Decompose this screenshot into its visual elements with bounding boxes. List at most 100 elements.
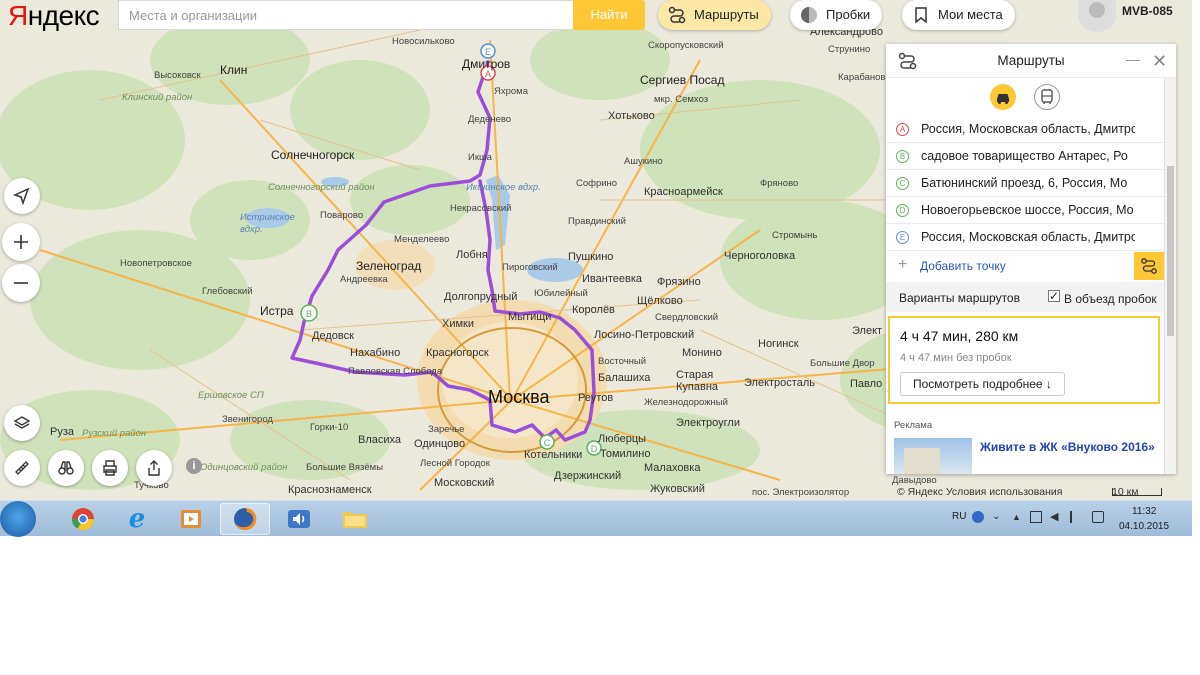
reverse-route-button[interactable] xyxy=(1134,252,1164,280)
ad-image[interactable] xyxy=(894,438,972,474)
start-button[interactable] xyxy=(0,501,36,537)
place-label: Софрино xyxy=(576,178,618,189)
waypoint-d[interactable]: D Новоегорьевское шоссе, Россия, Мо xyxy=(886,197,1164,224)
chrome-icon[interactable] xyxy=(58,503,108,535)
place-label: Красногорск xyxy=(426,347,489,359)
place-label: Сергиев Посад xyxy=(640,73,725,87)
routes-button[interactable]: Маршруты xyxy=(658,0,771,30)
place-label: Балашиха xyxy=(598,372,651,384)
panorama-button[interactable] xyxy=(48,450,84,486)
place-label: Истринское вдхр. xyxy=(240,212,295,235)
user-avatar[interactable] xyxy=(1078,0,1116,32)
waypoint-c[interactable]: C Батюнинский проезд, 6, Россия, Мо xyxy=(886,170,1164,197)
volume-icon[interactable]: ◀ xyxy=(1050,511,1062,523)
internet-explorer-glyph: e xyxy=(128,504,146,534)
svg-text:D: D xyxy=(591,444,598,454)
zoom-in-button[interactable] xyxy=(2,223,40,261)
info-icon[interactable]: i xyxy=(186,458,202,474)
waypoint-marker-b[interactable]: B xyxy=(300,304,318,322)
place-label: Ногинск xyxy=(758,338,799,350)
show-hidden-icons-icon[interactable]: ▲ xyxy=(1012,511,1024,523)
binoculars-icon xyxy=(58,461,74,475)
input-language[interactable]: RU xyxy=(952,511,966,522)
route-details-button[interactable]: Посмотреть подробнее ↓ xyxy=(900,372,1065,396)
avoid-traffic-label[interactable]: В объезд пробок xyxy=(1064,292,1157,306)
minimize-icon[interactable] xyxy=(1126,60,1140,61)
map-attribution[interactable]: © Яндекс Условия использования xyxy=(897,486,1062,498)
ruler-icon xyxy=(15,461,29,475)
clock-date[interactable]: 04.10.2015 xyxy=(1119,521,1169,532)
place-label: Мытищи xyxy=(508,311,552,323)
minus-icon xyxy=(14,282,28,284)
panel-scrollbar[interactable] xyxy=(1164,78,1176,474)
place-label: Власиха xyxy=(358,434,402,446)
place-label: Московский xyxy=(434,477,495,489)
place-label: Дзержинский xyxy=(554,470,622,482)
route-summary: 4 ч 47 мин, 280 км xyxy=(900,328,1019,344)
windows-tray-icon[interactable] xyxy=(1030,511,1042,523)
help-tray-icon[interactable] xyxy=(972,511,984,523)
traffic-button[interactable]: Пробки xyxy=(790,0,883,30)
scrollbar-thumb[interactable] xyxy=(1167,166,1174,336)
printer-icon xyxy=(103,460,117,476)
username[interactable]: MVB-085 xyxy=(1122,4,1173,18)
speaker-app-icon[interactable] xyxy=(274,503,324,535)
waypoint-e[interactable]: E Россия, Московская область, Дмитров xyxy=(886,224,1164,251)
clock-time[interactable]: 11:32 xyxy=(1132,506,1156,517)
svg-text:B: B xyxy=(306,309,312,319)
place-label: Менделеево xyxy=(394,234,450,245)
public-transport-mode-button[interactable] xyxy=(1034,84,1060,110)
ie-icon[interactable]: e xyxy=(112,503,162,535)
waypoint-b[interactable]: B садовое товарищество Антарес, Ро xyxy=(886,143,1164,170)
windows-taskbar: e RU ⌄ ▲ ◀ 11:32 04.10.2015 xyxy=(0,500,1192,537)
find-button[interactable]: Найти xyxy=(573,0,645,30)
my-places-button[interactable]: Мои места xyxy=(902,0,1015,30)
route-option-card[interactable]: 4 ч 47 мин, 280 км 4 ч 47 мин без пробок… xyxy=(888,316,1160,404)
place-label: Большие Двор xyxy=(810,358,875,369)
place-label: Монино xyxy=(682,347,722,359)
place-label: Новопетровское xyxy=(120,258,192,269)
place-label: Поварово xyxy=(320,210,364,221)
media-icon[interactable] xyxy=(166,503,216,535)
network-icon[interactable] xyxy=(1092,511,1104,523)
add-point-link[interactable]: + Добавить точку xyxy=(886,252,1164,280)
share-button[interactable] xyxy=(136,450,172,486)
folder-icon xyxy=(343,512,367,528)
print-button[interactable] xyxy=(92,450,128,486)
car-mode-button[interactable] xyxy=(990,84,1016,110)
routes-button-label: Маршруты xyxy=(694,7,759,22)
place-label: Ашукино xyxy=(624,156,663,167)
waypoint-marker-c[interactable]: C xyxy=(539,434,555,450)
close-icon[interactable]: ✕ xyxy=(1152,52,1167,70)
place-label: Правдинский xyxy=(568,216,626,227)
waypoint-marker-e[interactable]: E xyxy=(480,43,496,59)
place-label: Электроугли xyxy=(676,417,740,429)
flag-icon[interactable] xyxy=(1070,511,1082,523)
place-label: Пироговский xyxy=(502,262,558,273)
firefox-icon[interactable] xyxy=(220,503,270,535)
place-label: Фряново xyxy=(760,178,799,189)
layers-button[interactable] xyxy=(4,405,40,441)
ruler-button[interactable] xyxy=(4,450,40,486)
route-variants-row: Варианты маршрутов ✓ В объезд пробок xyxy=(886,282,1164,312)
explorer-icon[interactable] xyxy=(330,503,380,535)
place-label: Яхрома xyxy=(494,86,528,97)
place-label: Истра xyxy=(260,304,294,318)
place-label: Павло xyxy=(850,378,883,390)
place-label: Ершовское СП xyxy=(198,390,264,401)
search-input[interactable]: Места и организации xyxy=(118,0,574,30)
yandex-logo[interactable]: Яндекс xyxy=(8,0,100,32)
place-label: Руза xyxy=(50,426,74,438)
waypoint-a[interactable]: A Россия, Московская область, Дмитров xyxy=(886,116,1164,143)
place-label: Икша xyxy=(468,152,492,163)
plus-icon xyxy=(14,235,28,249)
route-time-without-traffic: 4 ч 47 мин без пробок xyxy=(900,352,1012,364)
geolocation-button[interactable] xyxy=(4,178,40,214)
zoom-out-button[interactable] xyxy=(2,264,40,302)
place-label: Черноголовка xyxy=(724,250,796,262)
input-tray-icon[interactable]: ⌄ xyxy=(992,511,1004,523)
place-label: Пушкино xyxy=(568,251,614,263)
avoid-traffic-checkbox[interactable]: ✓ xyxy=(1048,290,1060,302)
place-label: Дедовск xyxy=(312,330,354,342)
ad-link[interactable]: Живите в ЖК «Внуково 2016» xyxy=(980,440,1156,454)
